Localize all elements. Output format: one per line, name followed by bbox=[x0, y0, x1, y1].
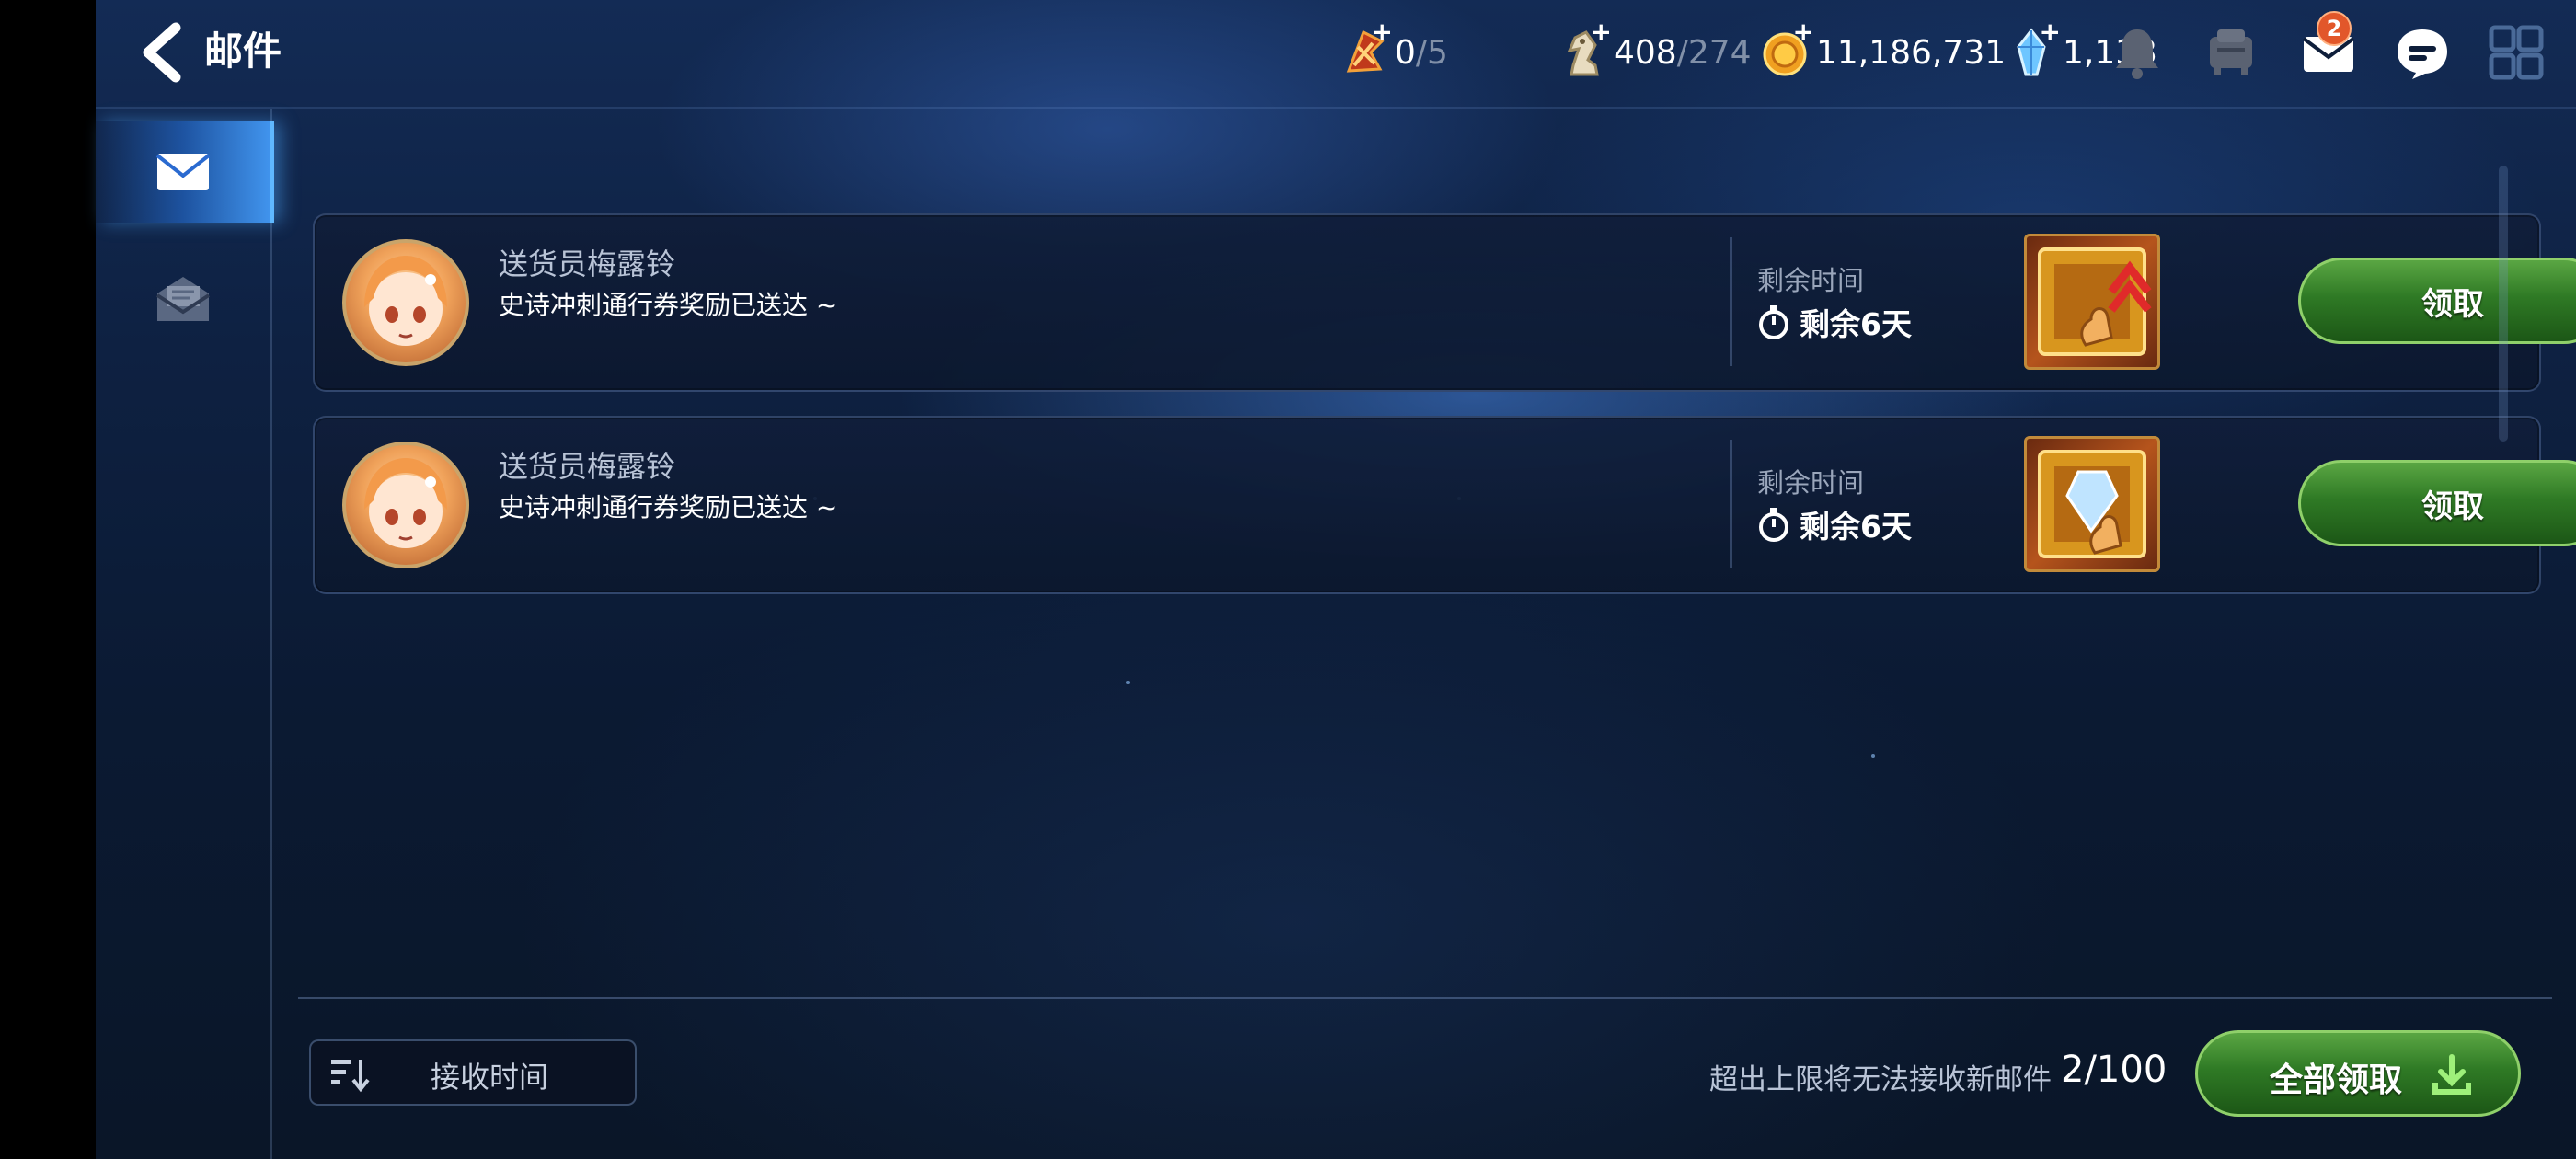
mail-count: 2/100 bbox=[2061, 1049, 2168, 1091]
remaining-time-label: 剩余时间 bbox=[1757, 265, 1865, 296]
tab-read-mail[interactable] bbox=[96, 248, 270, 350]
envelope-icon bbox=[155, 154, 211, 190]
sort-button[interactable]: 接收时间 bbox=[309, 1039, 637, 1106]
background-sparkle bbox=[1871, 754, 1875, 758]
currency-stamina[interactable]: + 0/5 bbox=[1340, 19, 1448, 85]
footer-divider bbox=[298, 997, 2552, 999]
chevron-left-icon bbox=[143, 22, 181, 83]
chess-knight-icon: + bbox=[1558, 19, 1612, 80]
pass-crystal-icon bbox=[2038, 450, 2146, 558]
chat-button[interactable] bbox=[2390, 20, 2455, 85]
remaining-time-text: 剩余6天 bbox=[1800, 509, 1912, 545]
mail-sender: 送货员梅露铃 bbox=[499, 449, 676, 484]
page-title: 邮件 bbox=[204, 29, 282, 74]
sender-avatar bbox=[342, 442, 469, 568]
claim-all-label: 全部领取 bbox=[2270, 1061, 2403, 1099]
mail-badge: 2 bbox=[2317, 11, 2352, 46]
tab-inbox[interactable] bbox=[96, 121, 274, 223]
divider bbox=[1730, 440, 1732, 568]
screen: 邮件 + 0/5 + 408 /274 + 11,186,731 + 1,133… bbox=[0, 0, 2576, 1159]
open-envelope-icon bbox=[155, 277, 211, 321]
mail-item[interactable]: 送货员梅露铃 史诗冲刺通行券奖励已送达 ~ 剩余时间 剩余6天 领取 bbox=[313, 213, 2576, 392]
gold-coin-icon: + bbox=[1761, 19, 1814, 80]
claim-button[interactable]: 领取 bbox=[2298, 258, 2576, 344]
mail-message: 史诗冲刺通行券奖励已送达 ~ bbox=[499, 492, 838, 522]
background-sparkle bbox=[1126, 681, 1130, 684]
remaining-time-label: 剩余时间 bbox=[1757, 467, 1865, 499]
lobby-button[interactable] bbox=[2199, 20, 2263, 85]
reward-item[interactable] bbox=[2024, 234, 2160, 370]
sidebar bbox=[96, 109, 274, 1159]
currency-knight-token[interactable]: + 408/274 bbox=[1558, 19, 1752, 85]
grid-menu-icon bbox=[2489, 25, 2544, 80]
sender-avatar bbox=[342, 239, 469, 366]
currency-value: 11,186,731 bbox=[1816, 33, 2007, 72]
notification-button[interactable] bbox=[2105, 20, 2169, 85]
stopwatch-icon bbox=[1759, 508, 1788, 542]
sort-label: 接收时间 bbox=[431, 1060, 549, 1095]
mail-screen: 邮件 + 0/5 + 408 /274 + 11,186,731 + 1,133… bbox=[96, 0, 2576, 1159]
lobby-icon bbox=[2210, 29, 2252, 75]
remaining-time-text: 剩余6天 bbox=[1800, 306, 1912, 342]
currency-gold[interactable]: + 11,186,731 bbox=[1761, 19, 2007, 85]
pass-upgrade-icon bbox=[2038, 247, 2152, 356]
remaining-time-value: 剩余6天 bbox=[1757, 502, 1912, 546]
back-button[interactable] bbox=[129, 20, 193, 85]
mail-message: 史诗冲刺通行券奖励已送达 ~ bbox=[499, 290, 838, 320]
mail-button[interactable]: 2 bbox=[2296, 11, 2361, 85]
top-bar: 邮件 + 0/5 + 408 /274 + 11,186,731 + 1,133… bbox=[96, 0, 2576, 109]
mail-sender: 送货员梅露铃 bbox=[499, 247, 676, 281]
scrollbar[interactable] bbox=[2499, 166, 2508, 442]
currency-max: /274 bbox=[1676, 33, 1752, 72]
currency-max: /5 bbox=[1415, 33, 1448, 72]
currency-value: 408 bbox=[1614, 33, 1677, 72]
stopwatch-icon bbox=[1759, 305, 1788, 339]
bell-icon bbox=[2116, 29, 2158, 79]
chat-icon bbox=[2398, 29, 2447, 79]
currency-value: 0 bbox=[1395, 33, 1416, 72]
claim-all-button[interactable]: 全部领取 bbox=[2195, 1030, 2521, 1117]
download-icon bbox=[2432, 1054, 2471, 1095]
crystal-icon: + bbox=[2007, 19, 2061, 80]
divider bbox=[1730, 237, 1732, 366]
claim-button[interactable]: 领取 bbox=[2298, 460, 2576, 546]
mail-item[interactable]: 送货员梅露铃 史诗冲刺通行券奖励已送达 ~ 剩余时间 剩余6天 领取 bbox=[313, 416, 2576, 594]
reward-item[interactable] bbox=[2024, 436, 2160, 572]
flag-icon: + bbox=[1340, 19, 1393, 80]
mailbox-limit-text: 超出上限将无法接收新邮件 bbox=[1709, 1063, 2052, 1096]
menu-button[interactable] bbox=[2484, 20, 2548, 85]
sort-icon bbox=[331, 1060, 370, 1093]
remaining-time-value: 剩余6天 bbox=[1757, 300, 1912, 344]
